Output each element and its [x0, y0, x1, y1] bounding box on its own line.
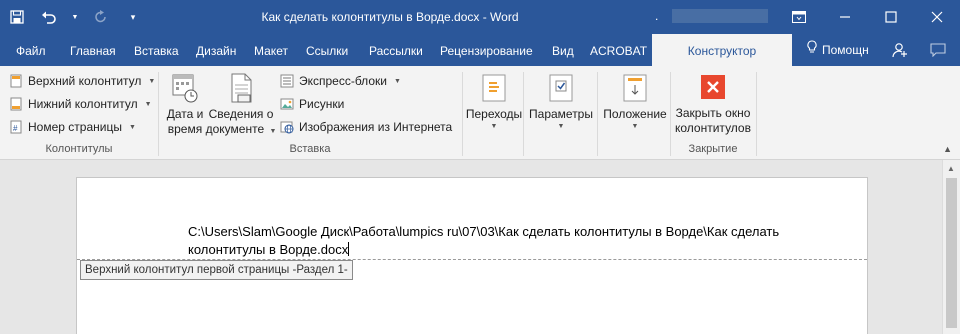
text-cursor	[348, 242, 350, 256]
document-info-icon	[226, 72, 256, 104]
footer-icon	[9, 97, 23, 111]
tell-me-box[interactable]: Помощн	[806, 34, 869, 66]
tab-mailings[interactable]: Рассылки	[369, 34, 423, 66]
document-area: C:\Users\Slam\Google Диск\Работа\lumpics…	[0, 160, 960, 334]
quick-parts-icon	[280, 74, 294, 88]
chevron-down-icon: ▼	[393, 77, 401, 85]
group-label-insert: Вставка	[289, 143, 331, 155]
navigation-label: Переходы	[465, 107, 523, 121]
quick-parts-dropdown[interactable]: Экспресс-блоки ▼	[280, 71, 401, 91]
chevron-down-icon: ▼	[631, 123, 639, 130]
group-separator	[756, 72, 757, 156]
tab-design[interactable]: Дизайн	[196, 34, 236, 66]
header-path-text: C:\Users\Slam\Google Диск\Работа\lumpics…	[188, 224, 780, 257]
scroll-thumb[interactable]	[946, 178, 957, 328]
close-red-icon	[700, 74, 726, 100]
online-pictures-label: Изображения из Интернета	[299, 120, 453, 134]
chevron-down-icon: ▼	[148, 77, 156, 85]
close-header-footer-label-1: Закрыть окно	[675, 106, 751, 120]
account-name-blur	[672, 9, 768, 23]
ribbon-tabs: Файл Главная Вставка Дизайн Макет Ссылки…	[0, 34, 960, 66]
footer-dropdown[interactable]: Нижний колонтитул ▼	[9, 94, 152, 114]
navigation-button[interactable]: Переходы ▼	[465, 72, 523, 132]
lightbulb-icon	[806, 33, 818, 67]
tab-references[interactable]: Ссылки	[306, 34, 348, 66]
ribbon: Верхний колонтитул ▼ Нижний колонтитул ▼…	[0, 66, 960, 160]
chevron-down-icon: ▼	[557, 123, 565, 130]
close-window-button[interactable]	[914, 0, 960, 34]
options-button[interactable]: Параметры ▼	[526, 72, 596, 132]
header-label: Верхний колонтитул	[28, 74, 142, 88]
chevron-down-icon: ▼	[128, 123, 136, 131]
date-time-label-2: время	[167, 122, 203, 136]
document-info-button[interactable]: Сведения о документе ▼	[206, 72, 276, 139]
page-number-dropdown[interactable]: # Номер страницы ▼	[9, 117, 136, 137]
picture-icon	[280, 97, 294, 111]
date-time-button[interactable]: Дата и время	[164, 72, 206, 137]
online-pictures-button[interactable]: Изображения из Интернета	[280, 117, 452, 137]
comments-icon[interactable]	[926, 34, 950, 66]
svg-text:#: #	[13, 124, 18, 133]
quick-parts-label: Экспресс-блоки	[299, 74, 387, 88]
chevron-down-icon: ▼	[269, 128, 277, 135]
group-separator	[462, 72, 463, 156]
tab-acrobat[interactable]: ACROBAT	[590, 34, 647, 66]
pictures-label: Рисунки	[299, 97, 345, 111]
tab-view[interactable]: Вид	[552, 34, 574, 66]
header-content[interactable]: C:\Users\Slam\Google Диск\Работа\lumpics…	[188, 223, 828, 259]
window-title: Как сделать колонтитулы в Ворде.docx - W…	[261, 10, 519, 24]
title-bar: ▼ ▾ Как сделать колонтитулы в Ворде.docx…	[0, 0, 960, 34]
chevron-down-icon: ▼	[490, 123, 498, 130]
vertical-scrollbar[interactable]: ▲	[942, 160, 960, 334]
calendar-clock-icon	[170, 72, 200, 104]
date-time-label-1: Дата и	[166, 107, 204, 121]
navigation-icon	[479, 72, 509, 104]
tab-home[interactable]: Главная	[70, 34, 116, 66]
group-separator	[523, 72, 524, 156]
tab-file[interactable]: Файл	[16, 34, 46, 66]
footer-label: Нижний колонтитул	[28, 97, 138, 111]
tab-insert[interactable]: Вставка	[134, 34, 179, 66]
ribbon-display-options-button[interactable]	[776, 0, 822, 34]
group-label-close: Закрытие	[688, 143, 738, 155]
collapse-ribbon-icon[interactable]: ▲	[943, 144, 952, 154]
maximize-button[interactable]	[868, 0, 914, 34]
tab-layout[interactable]: Макет	[254, 34, 288, 66]
position-label: Положение	[603, 107, 667, 121]
page-number-label: Номер страницы	[28, 120, 122, 134]
scroll-up-icon[interactable]: ▲	[947, 164, 955, 173]
tell-me-label: Помощн	[822, 43, 869, 57]
title-blur-dot: .	[655, 9, 659, 23]
group-label-headers: Колонтитулы	[45, 143, 113, 155]
document-page[interactable]: C:\Users\Slam\Google Диск\Работа\lumpics…	[76, 177, 868, 334]
position-icon	[620, 72, 650, 104]
header-section-tag: Верхний колонтитул первой страницы -Разд…	[80, 260, 353, 280]
share-user-icon[interactable]	[888, 34, 912, 66]
document-info-label-1: Сведения о	[208, 107, 274, 121]
options-label: Параметры	[529, 107, 593, 121]
options-icon	[546, 72, 576, 104]
header-dropdown[interactable]: Верхний колонтитул ▼	[9, 71, 155, 91]
close-header-footer-label-2: колонтитулов	[675, 121, 751, 135]
page-number-icon: #	[9, 120, 23, 134]
online-picture-icon	[280, 120, 294, 134]
close-header-footer-button[interactable]: Закрыть окно колонтитулов	[670, 74, 756, 136]
position-button[interactable]: Положение ▼	[600, 72, 670, 132]
header-icon	[9, 74, 23, 88]
tab-designer[interactable]: Конструктор	[652, 34, 792, 66]
document-info-label-2: документе	[205, 122, 265, 136]
chevron-down-icon: ▼	[144, 100, 152, 108]
pictures-button[interactable]: Рисунки	[280, 94, 344, 114]
tab-review[interactable]: Рецензирование	[440, 34, 533, 66]
minimize-button[interactable]	[822, 0, 868, 34]
group-separator	[597, 72, 598, 156]
